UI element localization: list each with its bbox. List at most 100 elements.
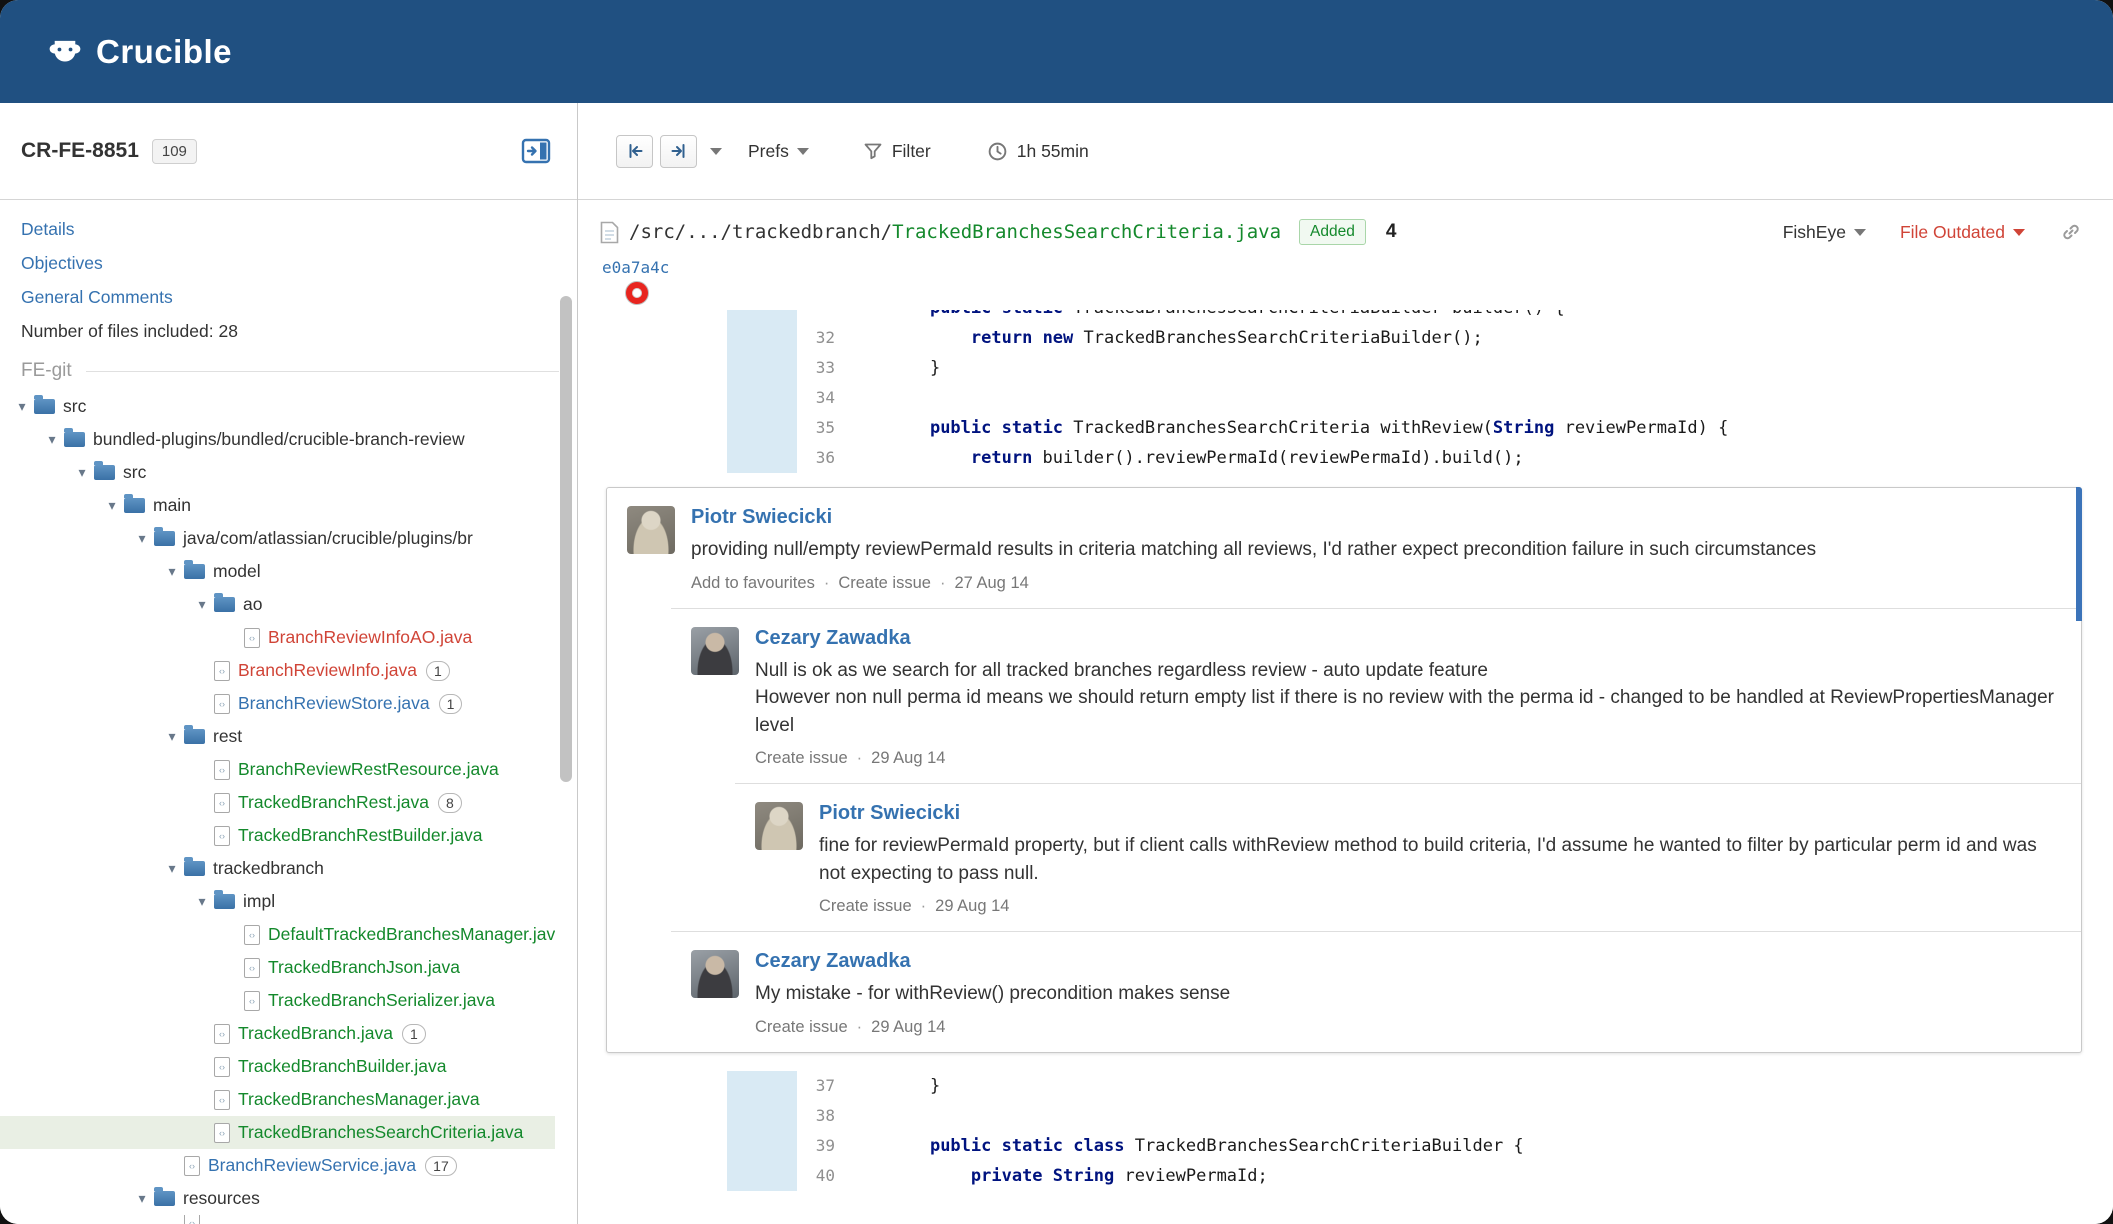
- add-to-favourites-link[interactable]: Add to favourites: [691, 574, 815, 593]
- java-file-icon: ‹›: [214, 759, 230, 780]
- file-outdated-menu[interactable]: File Outdated: [1900, 222, 2025, 243]
- line-number[interactable]: 37: [797, 1071, 837, 1101]
- files-included-label: Number of files included: 28: [21, 321, 238, 341]
- tree-file[interactable]: ‹› TrackedBranchJson.java: [0, 951, 555, 984]
- comment-date: 29 Aug 14: [871, 749, 946, 768]
- tree-folder[interactable]: ▾ bundled-plugins/bundled/crucible-branch…: [0, 423, 555, 456]
- tree-folder[interactable]: ▾ impl: [0, 885, 555, 918]
- expand-arrow-icon[interactable]: ▾: [130, 530, 154, 547]
- expand-arrow-icon[interactable]: ▾: [70, 464, 94, 481]
- tree-folder[interactable]: ▾ java/com/atlassian/crucible/plugins/br: [0, 522, 555, 555]
- comment-author[interactable]: Cezary Zawadka: [755, 627, 911, 650]
- expand-arrow-icon[interactable]: ▾: [10, 398, 34, 415]
- sidebar-link-general-comments[interactable]: General Comments: [21, 280, 173, 314]
- create-issue-link[interactable]: Create issue: [755, 1018, 848, 1037]
- tree-file[interactable]: ‹› TrackedBranch.java 1: [0, 1017, 555, 1050]
- tree-file[interactable]: ‹› TrackedBranchRest.java 8: [0, 786, 555, 819]
- old-revision-gutter: [578, 413, 727, 443]
- expand-arrow-icon[interactable]: ▾: [160, 563, 184, 580]
- tree-folder[interactable]: ▾ src: [0, 456, 555, 489]
- tree-file[interactable]: ‹›: [0, 1215, 555, 1224]
- footer-separator: ·: [823, 573, 830, 592]
- avatar[interactable]: [691, 626, 739, 675]
- commit-hash-link[interactable]: e0a7a4c: [602, 258, 669, 277]
- tree-file[interactable]: ‹› TrackedBranchSerializer.java: [0, 984, 555, 1017]
- expand-arrow-icon[interactable]: ▾: [160, 728, 184, 745]
- line-number[interactable]: 39: [797, 1131, 837, 1161]
- sidebar-scrollbar[interactable]: [560, 296, 572, 782]
- permalink-chain-icon[interactable]: [2059, 220, 2083, 244]
- line-number[interactable]: 33: [797, 353, 837, 383]
- tree-file[interactable]: ‹› TrackedBranchesSearchCriteria.java: [0, 1116, 555, 1149]
- expand-arrow-icon[interactable]: ▾: [190, 596, 214, 613]
- previous-file-button[interactable]: [616, 134, 653, 168]
- fisheye-menu[interactable]: FishEye: [1783, 222, 1866, 243]
- avatar[interactable]: [755, 802, 803, 851]
- tree-folder[interactable]: ▾ rest: [0, 720, 555, 753]
- tree-folder[interactable]: ▾ model: [0, 555, 555, 588]
- added-line-gutter: [727, 383, 797, 413]
- line-number[interactable]: 36: [797, 443, 837, 473]
- code-text: }: [889, 358, 941, 378]
- expand-arrow-icon[interactable]: ▾: [130, 1190, 154, 1207]
- tree-file[interactable]: ‹› BranchReviewInfo.java 1: [0, 654, 555, 687]
- tree-label: bundled-plugins/bundled/crucible-branch-…: [93, 429, 465, 449]
- code-text: private String reviewPermaId;: [970, 1165, 1268, 1186]
- tree-folder[interactable]: ▾ main: [0, 489, 555, 522]
- next-file-button[interactable]: [660, 134, 697, 168]
- line-number[interactable]: [797, 310, 837, 323]
- tree-folder[interactable]: ▾ trackedbranch: [0, 852, 555, 885]
- added-line-gutter: [727, 1160, 797, 1191]
- line-number[interactable]: 40: [797, 1161, 837, 1191]
- comment: Piotr Swiecicki fine for reviewPermaId pr…: [735, 783, 2081, 931]
- tree-label: src: [63, 396, 87, 416]
- create-issue-link[interactable]: Create issue: [755, 749, 848, 768]
- tree-folder[interactable]: ▾ src: [0, 390, 555, 423]
- expand-arrow-icon[interactable]: ▾: [100, 497, 124, 514]
- tree-file[interactable]: ‹› TrackedBranchesManager.java: [0, 1083, 555, 1116]
- tree-file[interactable]: ‹› BranchReviewService.java 17: [0, 1149, 555, 1182]
- filter-menu[interactable]: Filter: [863, 141, 931, 162]
- expand-arrow-icon[interactable]: ▾: [40, 431, 64, 448]
- line-number[interactable]: 35: [797, 413, 837, 443]
- comment-author[interactable]: Piotr Swiecicki: [691, 506, 832, 529]
- comment-author[interactable]: Piotr Swiecicki: [819, 802, 960, 825]
- expand-arrow-icon[interactable]: ▾: [190, 893, 214, 910]
- old-revision-gutter: [578, 310, 727, 323]
- added-line-gutter: [727, 310, 797, 323]
- tree-file[interactable]: ‹› BranchReviewStore.java 1: [0, 687, 555, 720]
- file-nav-dropdown-icon[interactable]: [710, 147, 722, 155]
- collapse-sidebar-icon[interactable]: [521, 138, 551, 164]
- tree-label: BranchReviewInfoAO.java: [268, 627, 473, 647]
- tree-file[interactable]: ‹› TrackedBranchBuilder.java: [0, 1050, 555, 1083]
- diff-content: /src/.../trackedbranch/TrackedBranchesSe…: [578, 200, 2113, 1224]
- sidebar-link-details[interactable]: Details: [21, 212, 75, 246]
- line-number[interactable]: 34: [797, 383, 837, 413]
- prefs-menu[interactable]: Prefs: [748, 141, 809, 162]
- java-file-icon: ‹›: [214, 693, 230, 714]
- tree-file[interactable]: ‹› TrackedBranchRestBuilder.java: [0, 819, 555, 852]
- sidebar-link-objectives[interactable]: Objectives: [21, 246, 103, 280]
- create-issue-link[interactable]: Create issue: [838, 574, 931, 593]
- code-text: public static class TrackedBranchesSearc…: [929, 1135, 1524, 1156]
- tree-folder[interactable]: ▾ ao: [0, 588, 555, 621]
- tree-file[interactable]: ‹› BranchReviewRestResource.java: [0, 753, 555, 786]
- code-line: 38: [578, 1100, 2113, 1131]
- code-block-upper: public static TrackedBranchesSearchCrite…: [578, 310, 2113, 473]
- brand-title[interactable]: Crucible: [96, 33, 232, 71]
- avatar[interactable]: [691, 950, 739, 999]
- tree-file[interactable]: ‹› DefaultTrackedBranchesManager.java: [0, 918, 555, 951]
- code-line: 40 private String reviewPermaId;: [578, 1160, 2113, 1191]
- tree-folder[interactable]: ▾ resources: [0, 1182, 555, 1215]
- line-number[interactable]: 32: [797, 323, 837, 353]
- file-path[interactable]: /src/.../trackedbranch/TrackedBranchesSe…: [629, 221, 1281, 243]
- avatar[interactable]: [627, 506, 675, 554]
- tree-file[interactable]: ‹› BranchReviewInfoAO.java: [0, 621, 555, 654]
- comment-author[interactable]: Cezary Zawadka: [755, 950, 911, 973]
- expand-arrow-icon[interactable]: ▾: [160, 860, 184, 877]
- fisheye-caret-icon: [1853, 228, 1866, 236]
- folder-icon: [184, 560, 205, 579]
- crucible-logo-icon[interactable]: [46, 33, 84, 71]
- line-number[interactable]: 38: [797, 1101, 837, 1131]
- create-issue-link[interactable]: Create issue: [819, 897, 912, 916]
